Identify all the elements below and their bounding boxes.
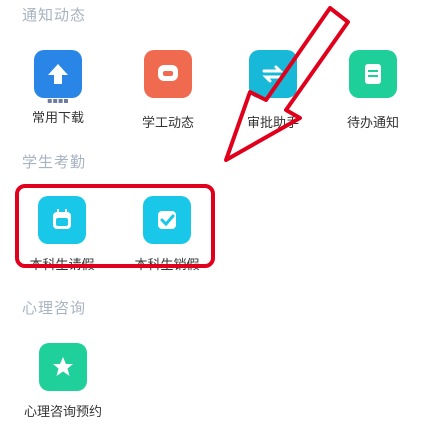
tile-student-affairs-news[interactable]: 学工动态	[123, 50, 213, 131]
document-icon	[349, 50, 397, 98]
tile-label-common-downloads: 常用下载	[31, 111, 84, 126]
tile-common-downloads[interactable]: ▪▪▪▪ 常用下载	[13, 50, 103, 126]
tile-label-counseling-appointment: 心理咨询预约	[23, 405, 102, 420]
tile-todo-notifications[interactable]: 待办通知	[328, 50, 418, 131]
star-icon	[39, 343, 87, 391]
tile-counseling-appointment[interactable]: 心理咨询预约	[18, 343, 108, 420]
approval-icon	[249, 50, 297, 98]
tile-label-approval-assistant: 审批助手	[246, 116, 299, 131]
highlight-box	[15, 184, 215, 268]
download-icon	[34, 50, 82, 98]
tile-label-student-affairs-news: 学工动态	[141, 116, 194, 131]
chat-bubble-icon	[144, 50, 192, 98]
section-title-attendance: 学生考勤	[22, 153, 87, 171]
tile-approval-assistant[interactable]: 审批助手	[228, 50, 318, 131]
section-title-counseling: 心理咨询	[22, 299, 87, 317]
tile-label-todo-notifications: 待办通知	[346, 116, 399, 131]
section-title-notify: 通知动态	[22, 6, 87, 24]
